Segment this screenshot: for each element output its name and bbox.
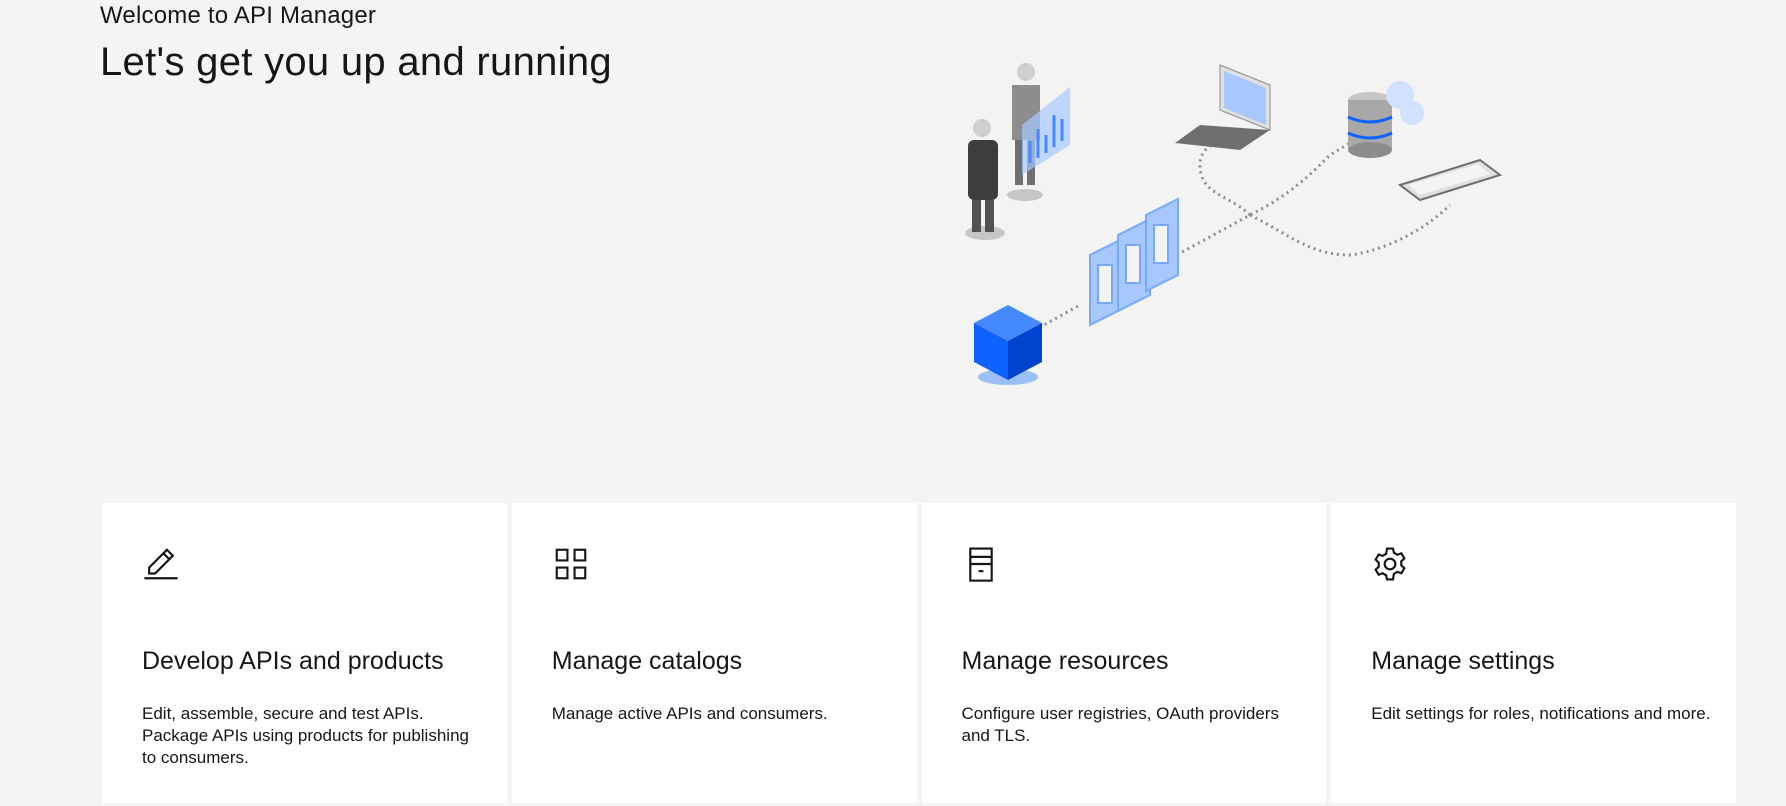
action-cards: Develop APIs and products Edit, assemble… (102, 503, 1736, 803)
card-description: Manage active APIs and consumers. (551, 704, 828, 723)
database-shape (1347, 81, 1424, 158)
card-description: Configure user registries, OAuth provide… (961, 704, 1279, 745)
edit-icon (144, 548, 178, 580)
welcome-text: Welcome to API Manager (100, 2, 377, 29)
gateway-frames (1089, 197, 1179, 327)
laptop-shape (1175, 64, 1271, 150)
cube-shape (974, 305, 1042, 385)
card-manage-resources[interactable]: Manage resources Configure user registri… (921, 503, 1327, 803)
card-title: Manage catalogs (551, 647, 743, 675)
connector-lines (1007, 123, 1452, 347)
card-title: Manage settings (1371, 647, 1555, 675)
grid-icon (555, 548, 587, 580)
archive-icon (968, 547, 993, 582)
api-connect-illustration (965, 63, 1503, 385)
settings-icon (1374, 547, 1406, 581)
page-title: Let's get you up and running (100, 40, 612, 84)
card-title: Manage resources (961, 647, 1169, 675)
people-figures (965, 63, 1070, 240)
card-description: Edit settings for roles, notifications a… (1371, 704, 1711, 723)
card-develop-apis[interactable]: Develop APIs and products Edit, assemble… (102, 503, 507, 803)
card-title: Develop APIs and products (142, 647, 444, 675)
phone-shape (1397, 158, 1503, 202)
card-description: Edit, assemble, secure and test APIs. Pa… (142, 704, 469, 767)
card-manage-catalogs[interactable]: Manage catalogs Manage active APIs and c… (511, 503, 917, 803)
card-manage-settings[interactable]: Manage settings Edit settings for roles,… (1331, 503, 1736, 803)
